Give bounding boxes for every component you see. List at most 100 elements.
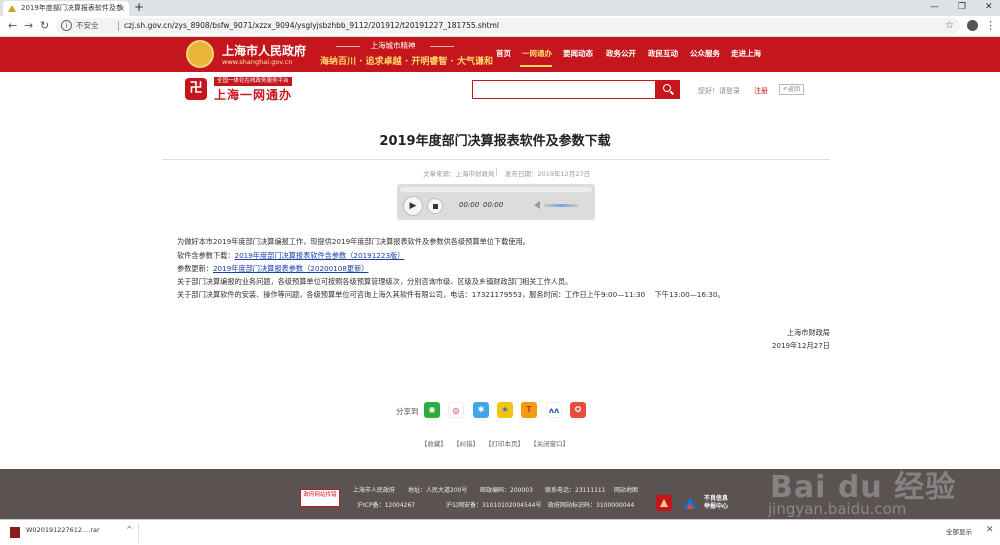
- shanghai-emblem-icon: [186, 40, 214, 68]
- forward-icon[interactable]: →: [24, 18, 33, 34]
- portal-tag: 全国一体化在线政务服务平台: [214, 77, 292, 86]
- bookmark-star-icon[interactable]: ☆: [945, 18, 954, 34]
- footer-gov-code: 政府网站标识码：3100000044: [548, 502, 635, 509]
- browser-toolbar: ← → ↻ i 不安全 czj.sh.gov.cn/zys_8908/bsfw_…: [0, 16, 1000, 37]
- rar-file-icon: [10, 527, 20, 538]
- software-download-line: 软件含参数下载：2019年度部门决算报表软件含参数（20191223版）: [177, 251, 404, 261]
- nav-news[interactable]: 要闻动态: [563, 48, 593, 59]
- browser-tab[interactable]: 2019年度部门决算报表软件及参 ×: [3, 1, 129, 16]
- new-tab-button[interactable]: +: [134, 0, 144, 15]
- close-window-icon[interactable]: ✕: [985, 0, 993, 14]
- tab-title: 2019年度部门决算报表软件及参: [21, 4, 123, 12]
- security-label: 不安全: [76, 21, 99, 30]
- play-icon[interactable]: ▶: [403, 196, 423, 216]
- search-input[interactable]: [472, 80, 656, 99]
- share-label: 分享到: [396, 407, 419, 416]
- duration: 00:00: [483, 201, 504, 209]
- browser-menu-icon[interactable]: ⋮: [985, 18, 996, 34]
- divider: [162, 159, 830, 160]
- footer-phone: 联系电话：23111111: [545, 487, 606, 494]
- volume-slider[interactable]: [544, 204, 578, 207]
- software-download-link[interactable]: 2019年度部门决算报表软件含参数（20191223版）: [235, 251, 405, 260]
- site-domain: www.shanghai.gov.cn: [222, 58, 293, 66]
- close-window-link[interactable]: 【关闭窗口】: [530, 440, 569, 448]
- software-download-label: 软件含参数下载：: [177, 251, 235, 260]
- reload-icon[interactable]: ↻: [40, 18, 49, 34]
- footer-postcode: 邮政编码：200003: [480, 487, 533, 494]
- downloaded-file-name[interactable]: W020191227612....rar: [26, 526, 100, 534]
- wechat-icon[interactable]: ◉: [424, 402, 440, 418]
- volume-icon[interactable]: [534, 201, 540, 209]
- favorite-icon[interactable]: ★: [497, 402, 513, 418]
- audio-player: ▶ 00:00 00:00: [397, 184, 595, 220]
- site-header: 上海市人民政府 www.shanghai.gov.cn 上海城市精神 海纳百川 …: [0, 37, 1000, 72]
- footer-police[interactable]: 沪公网安备：31010102004544号: [446, 500, 541, 509]
- info-icon[interactable]: i: [61, 20, 72, 31]
- chevron-up-icon[interactable]: ^: [126, 525, 133, 534]
- search-button[interactable]: [656, 80, 680, 99]
- return-label: 返回: [788, 86, 801, 93]
- city-slogan: 海纳百川 · 追求卓越 · 开明睿智 · 大气谦和: [320, 57, 494, 67]
- report-error-link[interactable]: 【纠错】: [453, 440, 479, 448]
- minimize-icon[interactable]: —: [930, 0, 939, 14]
- divider: [496, 168, 497, 176]
- download-bar: W020191227612....rar ^ 全部显示 ✕: [0, 519, 1000, 545]
- print-link[interactable]: 【打印本页】: [485, 440, 524, 448]
- return-button[interactable]: ↶返回: [779, 84, 805, 95]
- profile-avatar-icon[interactable]: [967, 20, 978, 31]
- back-icon[interactable]: ←: [8, 18, 17, 34]
- login-link[interactable]: 您好！请登录: [698, 86, 740, 96]
- show-all-downloads-button[interactable]: 全部显示: [946, 526, 972, 536]
- nav-public-service[interactable]: 公众服务: [690, 48, 720, 59]
- browser-tab-bar: 2019年度部门决算报表软件及参 × + — ❐ ✕: [0, 0, 1000, 16]
- divider: [138, 523, 139, 543]
- site-name[interactable]: 上海市人民政府: [222, 42, 306, 59]
- nav-gov-affairs[interactable]: 政务公开: [606, 48, 636, 59]
- software-support-line: 关于部门决算软件的安装、操作等问题，各级预算单位可咨询上海久其软件有限公司，电话…: [177, 290, 725, 299]
- maximize-icon[interactable]: ❐: [958, 0, 966, 14]
- nav-home[interactable]: 首页: [496, 48, 511, 59]
- report-center-label[interactable]: 不良信息 举报中心: [704, 495, 728, 511]
- close-tab-icon[interactable]: ×: [118, 1, 125, 16]
- sitemap-link[interactable]: 网站地图: [614, 485, 638, 494]
- register-link[interactable]: 注册: [754, 86, 768, 96]
- bookmark-link[interactable]: 【收藏】: [421, 440, 447, 448]
- baidu-watermark-url: jingyan.baidu.com: [768, 500, 907, 518]
- nav-yiwangtongban[interactable]: 一网通办: [522, 48, 552, 59]
- footer-address: 地址：人民大道200号: [408, 487, 468, 494]
- qzone-icon[interactable]: ✱: [473, 402, 489, 418]
- divider: [118, 21, 119, 31]
- param-update-link[interactable]: 2019年度部门决算报表参数（20200108更新）: [213, 264, 369, 273]
- weibo-icon[interactable]: ◎: [448, 402, 464, 418]
- signature-date: 2019年12月27日: [771, 341, 830, 350]
- intro-paragraph: 为做好本市2019年度部门决算编报工作，现提供2019年度部门决算报表软件及参数…: [177, 237, 530, 246]
- renren-icon[interactable]: ʌʌ: [546, 402, 562, 418]
- article-title: 2019年度部门决算报表软件及参数下载: [379, 134, 611, 149]
- signature: 上海市财政局: [786, 328, 830, 337]
- stop-icon[interactable]: [427, 198, 443, 214]
- address-bar[interactable]: i 不安全 czj.sh.gov.cn/zys_8908/bsfw_9071/x…: [56, 18, 960, 34]
- nav-about-shanghai[interactable]: 走进上海: [731, 48, 761, 59]
- article-date: 发布日期：2019年12月27日: [505, 170, 591, 178]
- page-tools: 【收藏】 【纠错】 【打印本页】 【关闭窗口】: [0, 438, 990, 448]
- report-center-icon[interactable]: [682, 495, 698, 511]
- footer-org: 上海市人民政府: [353, 487, 396, 494]
- param-update-line: 参数更新：2019年度部门决算报表参数（20200108更新）: [177, 264, 368, 274]
- active-nav-indicator: [520, 65, 552, 67]
- party-emblem-icon[interactable]: [656, 495, 672, 511]
- favicon-icon: [8, 5, 16, 12]
- gov-site-error-badge[interactable]: 政府网站找错: [300, 489, 340, 507]
- business-question-line: 关于部门决算编报的业务问题，各级预算单位可按照各级预算管理级次，分别咨询市级、区…: [177, 277, 573, 286]
- people-icon[interactable]: ✪: [570, 402, 586, 418]
- footer-icp[interactable]: 沪ICP备：12004267: [357, 500, 415, 509]
- url-text[interactable]: czj.sh.gov.cn/zys_8908/bsfw_9071/xzzx_90…: [124, 18, 499, 34]
- yiwangtongban-logo-icon[interactable]: 卍: [185, 78, 207, 100]
- close-download-bar-icon[interactable]: ✕: [986, 525, 994, 535]
- article-source: 文章来源：上海市财政局: [423, 170, 495, 178]
- divider: [430, 46, 454, 47]
- current-time: 00:00: [459, 201, 480, 209]
- portal-name[interactable]: 上海一网通办: [214, 86, 292, 103]
- tencent-weibo-icon[interactable]: T: [521, 402, 537, 418]
- progress-track[interactable]: [400, 187, 592, 192]
- nav-interaction[interactable]: 政民互动: [648, 48, 678, 59]
